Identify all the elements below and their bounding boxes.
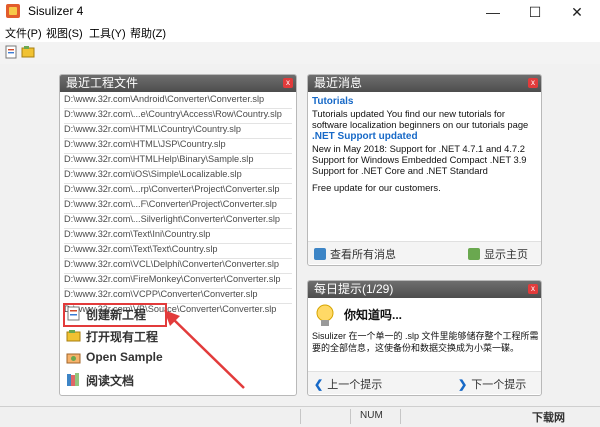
recent-projects-header: 最近工程文件 [60, 75, 296, 92]
new-project-icon[interactable] [4, 45, 18, 59]
chevron-left-icon: ❮ [314, 379, 324, 391]
news-footer: 查看所有消息 显示主页 [308, 241, 541, 264]
show-home-label: 显示主页 [484, 249, 528, 261]
recent-file[interactable]: D:\www.32r.com\...e\Country\Access\Row\C… [64, 109, 282, 119]
recent-file[interactable]: D:\www.32r.com\Android\Converter\Convert… [64, 94, 264, 104]
new-project-label: 创建新工程 [86, 308, 147, 322]
recent-file[interactable]: D:\www.32r.com\VCPP\Converter\Converter.… [64, 289, 258, 299]
recent-file[interactable]: D:\www.32r.com\...F\Converter\Project\Co… [64, 199, 277, 209]
home-icon [468, 248, 480, 260]
open-project-icon[interactable] [21, 45, 35, 59]
sample-icon [66, 350, 81, 365]
recent-file[interactable]: D:\www.32r.com\...rp\Converter\Project\C… [64, 184, 279, 194]
recent-file[interactable]: D:\www.32r.com\...Silverlight\Converter\… [64, 214, 280, 224]
tips-header: 每日提示(1/29) [308, 281, 541, 298]
news-icon [314, 248, 326, 260]
news-title: 最近消息 [314, 76, 363, 90]
window-title: Sisulizer 4 [28, 4, 84, 18]
lightbulb-icon [316, 304, 334, 326]
open-folder-icon [66, 328, 81, 343]
menu-file[interactable]: 文件(P) [5, 25, 42, 41]
tips-panel: 每日提示(1/29) x 你知道吗... Sisulizer 在一个单一的 .s… [307, 280, 542, 396]
news-item-heading[interactable]: Tutorials [312, 96, 353, 107]
news-panel: 最近消息 x Tutorials Tutorials updated You f… [307, 74, 542, 266]
show-home-button[interactable]: 显示主页 [468, 246, 528, 262]
news-extra: Free update for our customers. [312, 182, 441, 193]
close-icon[interactable]: x [283, 78, 293, 88]
news-item-line: Support for .NET Core and .NET Standard [312, 165, 488, 176]
recent-projects-title: 最近工程文件 [66, 76, 139, 90]
news-header: 最近消息 [308, 75, 541, 92]
close-icon[interactable]: x [528, 284, 538, 294]
open-project-label: 打开现有工程 [86, 330, 159, 344]
app-icon [6, 4, 20, 18]
annotation-arrow [164, 310, 245, 389]
recent-file[interactable]: D:\www.32r.com\FireMonkey\Converter\Conv… [64, 274, 281, 284]
new-project-icon [66, 306, 81, 321]
news-item-line: New in May 2018: Support for .NET 4.7.1 … [312, 143, 525, 154]
news-item-heading[interactable]: .NET Support updated [312, 131, 418, 142]
num-lock-indicator: NUM [360, 410, 383, 421]
tip-text-line: 要的全部信息，这使备份和数据交换成为小菜一碟。 [312, 343, 520, 353]
close-icon[interactable]: x [528, 78, 538, 88]
recent-file[interactable]: D:\www.32r.com\Text\Text\Country.slp [64, 244, 218, 254]
next-tip-button[interactable]: ❯ 下一个提示 [458, 376, 526, 392]
toolbar [0, 42, 600, 65]
chevron-right-icon: ❯ [458, 379, 468, 391]
books-icon [66, 372, 81, 387]
menu-tools[interactable]: 工具(Y) [89, 25, 126, 41]
prev-tip-button[interactable]: ❮ 上一个提示 [314, 376, 382, 392]
news-item-line: software localization beginners on our t… [312, 119, 529, 130]
menu-view[interactable]: 视图(S) [46, 25, 83, 41]
next-tip-label: 下一个提示 [471, 379, 527, 391]
menu-help[interactable]: 帮助(Z) [130, 25, 166, 41]
tips-footer: ❮ 上一个提示 ❯ 下一个提示 [308, 371, 541, 394]
recent-file[interactable]: D:\www.32r.com\HTML\Country\Country.slp [64, 124, 241, 134]
prev-tip-label: 上一个提示 [327, 379, 383, 391]
watermark: 下载网 [532, 412, 565, 424]
news-item-line: Tutorials updated You find our new tutor… [312, 108, 506, 119]
status-divider [400, 409, 401, 424]
status-divider [300, 409, 301, 424]
tips-title: 每日提示(1/29) [314, 282, 394, 296]
minimize-button[interactable]: — [472, 0, 514, 24]
tip-text-line: Sisulizer 在一个单一的 .slp 文件里能够储存整个工程所需 [312, 331, 539, 341]
recent-file[interactable]: D:\www.32r.com\HTML\JSP\Country.slp [64, 139, 226, 149]
close-button[interactable]: ✕ [556, 0, 598, 24]
recent-file[interactable]: D:\www.32r.com\iOS\Simple\Localizable.sl… [64, 169, 242, 179]
view-all-news-label: 查看所有消息 [330, 249, 396, 261]
recent-file[interactable]: D:\www.32r.com\HTMLHelp\Binary\Sample.sl… [64, 154, 253, 164]
recent-file[interactable]: D:\www.32r.com\VCL\Delphi\Converter\Conv… [64, 259, 279, 269]
status-bar: NUM 下载网 [0, 406, 600, 427]
recent-file[interactable]: D:\www.32r.com\Text\Ini\Country.slp [64, 229, 210, 239]
tip-heading: 你知道吗... [344, 308, 403, 322]
view-all-news-button[interactable]: 查看所有消息 [314, 246, 396, 262]
open-sample-label: Open Sample [86, 350, 163, 364]
read-docs-label: 阅读文档 [86, 374, 135, 388]
maximize-button[interactable]: ☐ [514, 0, 556, 24]
status-divider [350, 409, 351, 424]
news-item-line: Support for Windows Embedded Compact .NE… [312, 154, 527, 165]
